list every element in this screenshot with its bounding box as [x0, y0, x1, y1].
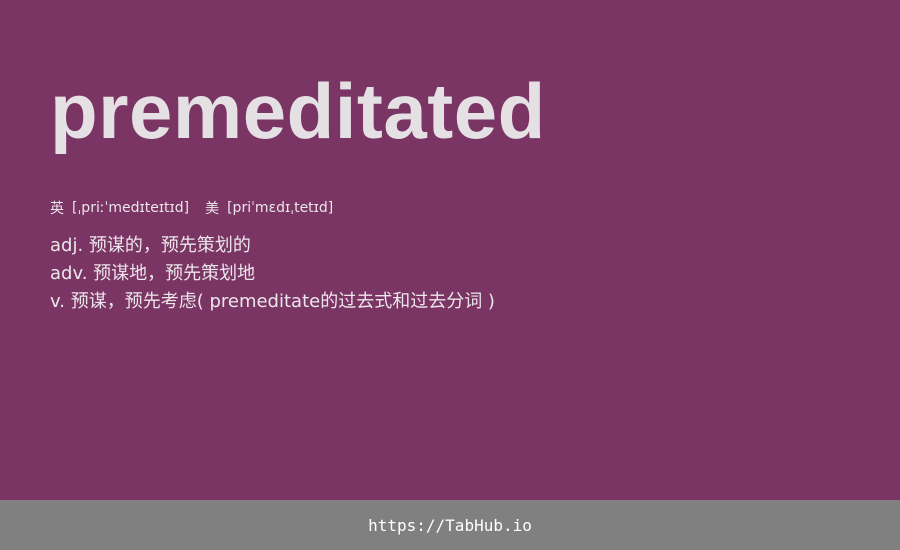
definition-adv: adv. 预谋地，预先策划地 [50, 263, 256, 284]
definitions-list: adj. 预谋的，预先策划的 adv. 预谋地，预先策划地 v. 预谋，预先考虑… [50, 232, 850, 316]
footer-bar: https://TabHub.io [0, 500, 900, 550]
phonetic-us-label: 美 [205, 201, 220, 217]
tabhub-link[interactable]: https://TabHub.io [368, 516, 532, 535]
definition-verb: v. 预谋，预先考虑( premeditate的过去式和过去分词 ) [50, 291, 495, 312]
headword: premeditated [50, 67, 546, 155]
word-card: premeditated 英 [ˌpriːˈmedɪteɪtɪd] 美 [pri… [0, 0, 900, 550]
phonetic-uk: 英 [ˌpriːˈmedɪteɪtɪd] [50, 198, 189, 218]
phonetic-uk-label: 英 [50, 201, 64, 217]
phonetic-uk-ipa: [ˌpriːˈmedɪteɪtɪd] [72, 200, 190, 216]
entry-content: premeditated 英 [ˌpriːˈmedɪteɪtɪd] 美 [pri… [50, 72, 850, 316]
phonetic-us: 美 [priˈmɛdɪˌtetɪd] [205, 198, 333, 218]
phonetic-us-ipa: [priˈmɛdɪˌtetɪd] [227, 200, 334, 216]
phonetics-row: 英 [ˌpriːˈmedɪteɪtɪd] 美 [priˈmɛdɪˌtetɪd] [50, 198, 850, 218]
definition-adj: adj. 预谋的，预先策划的 [50, 235, 251, 256]
